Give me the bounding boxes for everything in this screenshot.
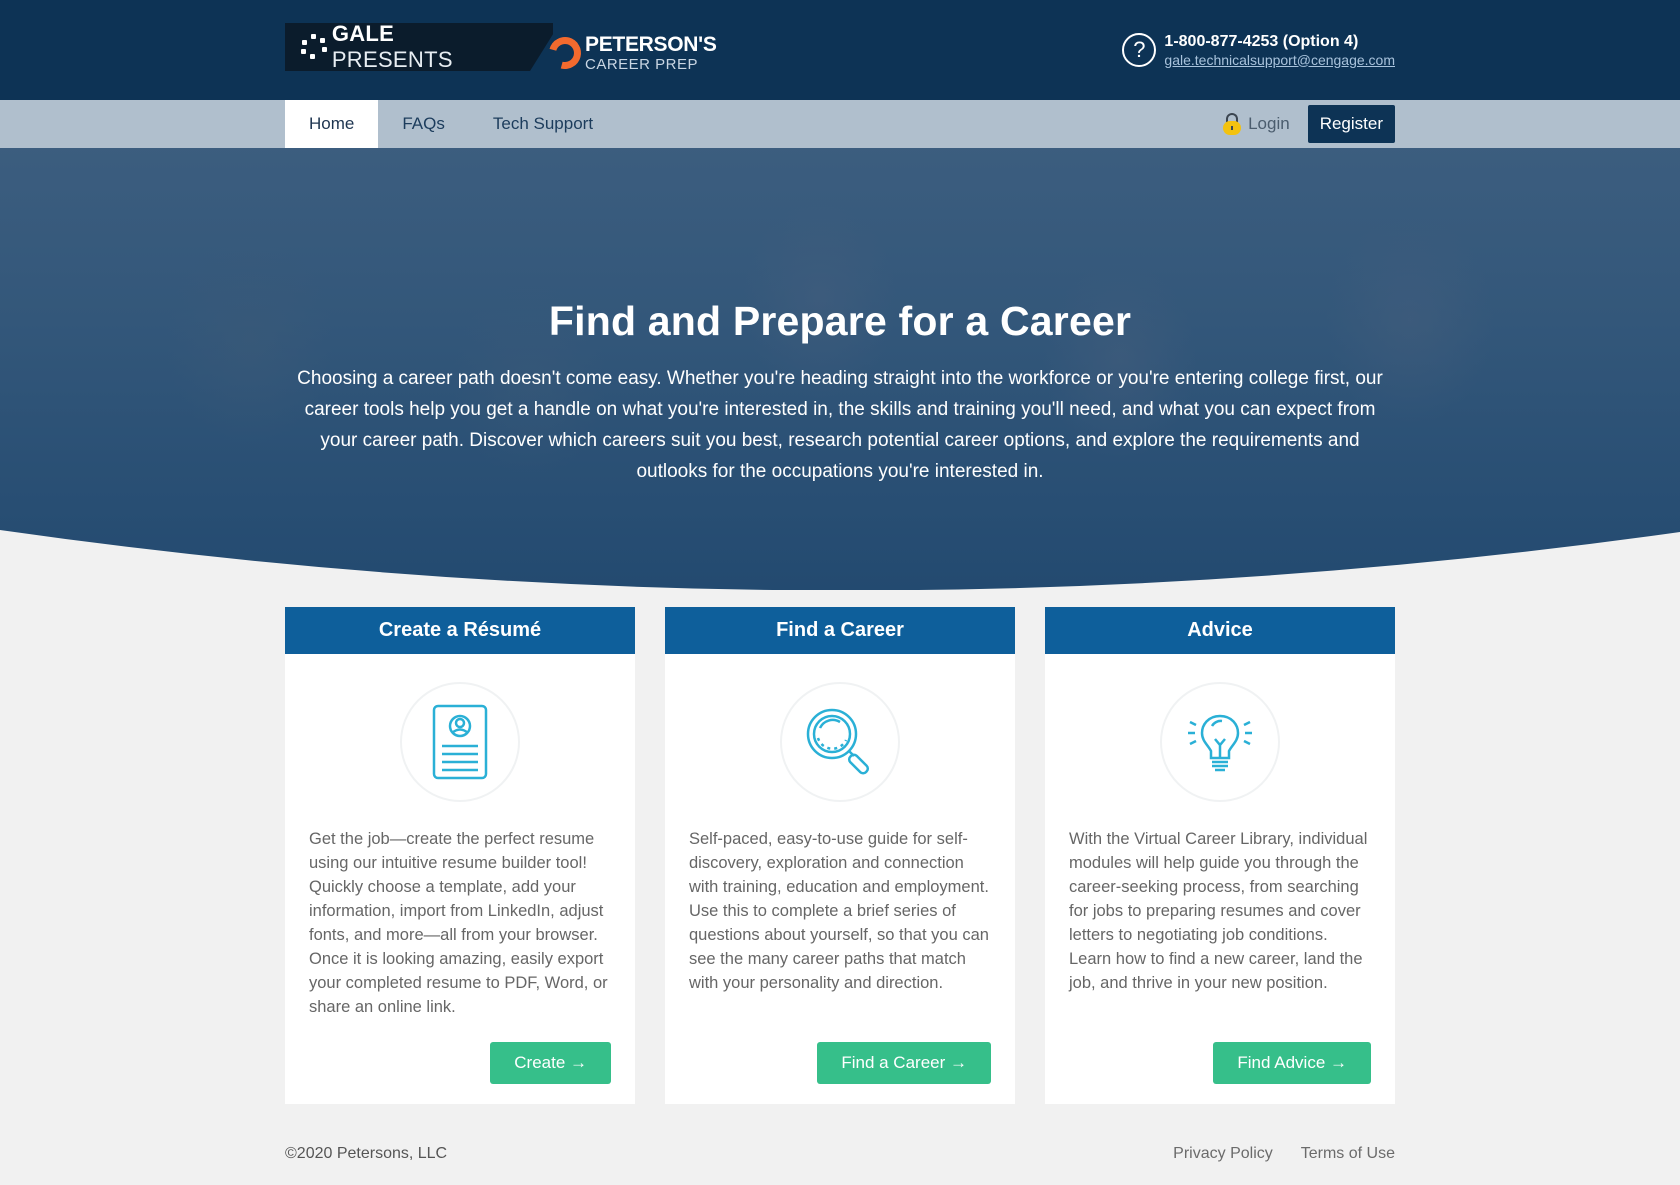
presents-wordmark: PRESENTS [331, 47, 453, 72]
footer: ©2020 Petersons, LLC Privacy Policy Term… [285, 1145, 1395, 1163]
gale-logo-icon [301, 34, 327, 60]
gale-presents-logo: GALE PRESENTS [285, 23, 553, 71]
card-title: Advice [1045, 607, 1395, 654]
login-link[interactable]: Login [1223, 113, 1290, 135]
privacy-policy-link[interactable]: Privacy Policy [1173, 1145, 1273, 1163]
nav-tab-faqs[interactable]: FAQs [378, 100, 469, 148]
magnifier-icon [780, 682, 900, 802]
main-nav: Home FAQs Tech Support Login Register [0, 100, 1680, 148]
login-label: Login [1248, 114, 1290, 133]
card-title: Create a Résumé [285, 607, 635, 654]
support-contact: ? 1-800-877-4253 (Option 4) gale.technic… [1122, 33, 1395, 68]
hero-banner: Home FAQs Tech Support Login Register Fi… [0, 100, 1680, 590]
feature-cards: Create a Résumé Get the job—create the p… [285, 607, 1395, 1104]
support-phone: 1-800-877-4253 (Option 4) [1164, 32, 1359, 50]
lightbulb-icon [1160, 682, 1280, 802]
brand-logos[interactable]: GALE PRESENTS PETERSON'S CAREER PREP [285, 0, 717, 100]
card-create-resume: Create a Résumé Get the job—create the p… [285, 607, 635, 1104]
petersons-name: PETERSON'S [585, 33, 717, 56]
card-title: Find a Career [665, 607, 1015, 654]
nav-tab-tech-support[interactable]: Tech Support [469, 100, 617, 148]
create-button[interactable]: Create → [490, 1042, 611, 1084]
petersons-logo: PETERSON'S CAREER PREP [543, 31, 717, 75]
terms-of-use-link[interactable]: Terms of Use [1301, 1145, 1395, 1163]
find-advice-button[interactable]: Find Advice → [1213, 1042, 1371, 1084]
hero-title: Find and Prepare for a Career [548, 298, 1132, 344]
card-advice: Advice With the Virtual Career Library, … [1045, 607, 1395, 1104]
career-prep-label: CAREER PREP [585, 56, 699, 73]
card-description: With the Virtual Career Library, individ… [1069, 830, 1368, 992]
hero-description: Choosing a career path doesn't come easy… [297, 368, 1383, 482]
top-header: GALE PRESENTS PETERSON'S CAREER PREP ? 1… [0, 0, 1680, 100]
register-button[interactable]: Register [1307, 105, 1395, 143]
question-circle-icon: ? [1122, 33, 1157, 67]
find-career-button[interactable]: Find a Career → [817, 1042, 991, 1084]
lock-icon [1223, 113, 1242, 135]
gale-wordmark: GALE [331, 21, 395, 46]
card-find-career: Find a Career Self-paced, easy-to-use gu… [665, 607, 1015, 1104]
card-description: Get the job—create the perfect resume us… [309, 830, 608, 1016]
nav-tab-home[interactable]: Home [285, 100, 379, 148]
resume-icon [400, 682, 520, 802]
card-description: Self-paced, easy-to-use guide for self-d… [689, 830, 989, 992]
hero-curve-divider [0, 530, 1680, 610]
copyright: ©2020 Petersons, LLC [285, 1145, 448, 1162]
support-email-link[interactable]: gale.technicalsupport@cengage.com [1164, 52, 1395, 68]
